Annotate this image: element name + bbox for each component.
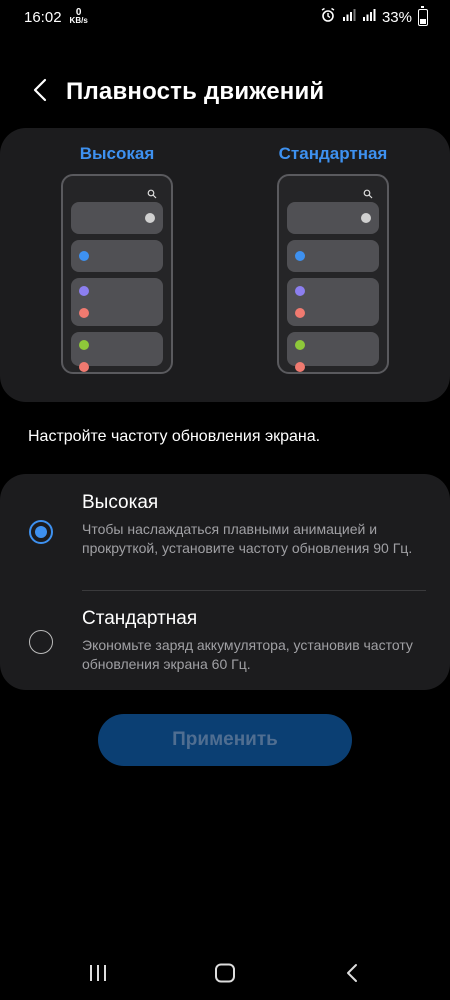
chevron-left-icon [33,78,47,107]
mini-dot [79,362,89,372]
alarm-icon [320,7,336,27]
radio-selected[interactable] [29,520,53,544]
mini-row [287,332,379,372]
mini-row [287,278,379,326]
recents-button[interactable] [78,962,118,988]
mini-dot [295,251,305,261]
net-speed-indicator: 0 KB/s [69,8,88,25]
status-time: 16:02 [24,8,62,26]
back-icon [345,963,359,988]
mini-dot [295,286,305,296]
status-right: 33% [320,5,428,27]
mini-row [71,240,163,272]
mini-row [287,202,379,234]
signal-icon [362,8,376,26]
mini-dot [79,251,89,261]
option-high-title: Высокая [82,492,159,513]
screen: 16:02 0 KB/s 33% Плавность движений Высо… [0,0,450,1000]
net-speed-unit: KB/s [69,16,88,25]
mini-dot [145,213,155,223]
option-standard-subtitle: Экономьте заряд аккумулятора, установив … [82,637,413,672]
header: Плавность движений [0,70,450,114]
page-title: Плавность движений [66,78,325,105]
mini-dot [79,340,89,350]
mini-dot [295,362,305,372]
navigation-bar [0,950,450,1000]
search-icon [363,186,373,199]
preview-high: Высокая [60,144,174,374]
preview-card: Высокая Стандартная [0,128,450,402]
apply-button[interactable]: Применить [98,714,352,766]
home-button[interactable] [205,962,245,988]
option-standard-title: Стандартная [82,608,198,629]
mini-phone-illustration [61,174,173,374]
mini-row [71,278,163,326]
mini-row [287,240,379,272]
option-standard[interactable]: Стандартная Экономьте заряд аккумулятора… [0,608,450,688]
mini-dot [295,308,305,318]
refresh-rate-description: Настройте частоту обновления экрана. [28,428,321,445]
mini-dot [79,286,89,296]
mini-phone-illustration [277,174,389,374]
preview-standard: Стандартная [276,144,390,374]
back-button[interactable] [18,70,62,114]
battery-level: 33% [381,8,412,26]
mini-row [71,202,163,234]
radio-unselected[interactable] [29,630,53,654]
mini-row [71,332,163,372]
search-icon [147,186,157,199]
mini-dot [361,213,371,223]
divider [82,590,426,591]
signal-icon [342,8,356,26]
preview-label-high: Высокая [79,144,155,163]
mini-dot [79,308,89,318]
status-bar: 16:02 0 KB/s 33% [0,0,450,34]
battery-icon [418,5,428,26]
back-nav-button[interactable] [332,962,372,988]
recents-icon [88,964,108,987]
refresh-options-card: Высокая Чтобы наслаждаться плавными аним… [0,474,450,690]
preview-label-standard: Стандартная [278,144,388,163]
mini-dot [295,340,305,350]
option-high[interactable]: Высокая Чтобы наслаждаться плавными аним… [0,492,450,592]
option-high-subtitle: Чтобы наслаждаться плавными анимацией и … [82,521,413,556]
status-left: 16:02 0 KB/s [24,8,88,26]
home-icon [214,963,236,988]
